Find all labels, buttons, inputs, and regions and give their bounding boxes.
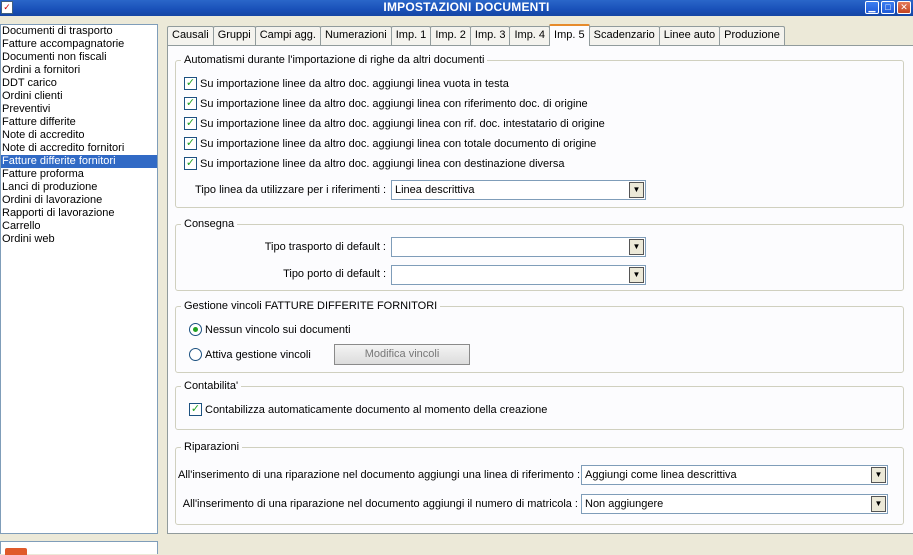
- contabilita-legend: Contabilita': [184, 380, 239, 392]
- radio-attiva-vincoli[interactable]: Attiva gestione vincoli: [189, 348, 311, 361]
- checkbox-linea-vuota[interactable]: ✓: [184, 77, 197, 90]
- document-type-item[interactable]: Ordini web: [1, 233, 157, 246]
- document-type-items: Documenti di trasporto Fatture accompagna…: [1, 25, 157, 246]
- minimize-button[interactable]: ▁: [865, 1, 879, 14]
- matricola-value: Non aggiungere: [585, 498, 664, 510]
- chevron-down-icon[interactable]: ▼: [871, 496, 886, 512]
- tab-strip: Causali Gruppi Campi agg. Numerazioni Imp. 1…: [167, 24, 785, 46]
- modifica-vincoli-button[interactable]: Modifica vincoli: [334, 344, 470, 365]
- matricola-label: All'inserimento di una riparazione nel d…: [182, 498, 578, 510]
- riparazioni-legend: Riparazioni: [184, 441, 240, 453]
- tab-campi-agg[interactable]: Campi agg.: [254, 26, 321, 45]
- checkbox-totale-documento[interactable]: ✓: [184, 137, 197, 150]
- document-type-item[interactable]: Fatture differite: [1, 116, 157, 129]
- tipo-linea-label: Tipo linea da utilizzare per i riferimen…: [195, 184, 386, 196]
- document-type-item[interactable]: Preventivi: [1, 103, 157, 116]
- tab-page-imp5: Automatismi durante l'importazione di ri…: [167, 45, 913, 534]
- tab-linee-auto[interactable]: Linee auto: [658, 26, 721, 45]
- label-contabilizza: Contabilizza automaticamente documento a…: [205, 403, 548, 416]
- radio-nessun-vincolo-circle[interactable]: [189, 323, 202, 336]
- label-totale-documento: Su importazione linee da altro doc. aggi…: [200, 137, 597, 150]
- trasporto-select[interactable]: ▼: [391, 237, 646, 257]
- radio-attiva-vincoli-circle[interactable]: [189, 348, 202, 361]
- tab-imp-2[interactable]: Imp. 2: [430, 26, 471, 45]
- chevron-down-icon[interactable]: ▼: [871, 467, 886, 483]
- label-rif-intestatario: Su importazione linee da altro doc. aggi…: [200, 117, 605, 130]
- check-linea-vuota[interactable]: ✓ Su importazione linee da altro doc. ag…: [184, 77, 509, 90]
- radio-selected-dot: [193, 327, 198, 332]
- window-title: IMPOSTAZIONI DOCUMENTI: [383, 0, 550, 14]
- document-type-item[interactable]: Fatture accompagnatorie: [1, 38, 157, 51]
- check-destinazione-diversa[interactable]: ✓ Su importazione linee da altro doc. ag…: [184, 157, 564, 170]
- close-button[interactable]: ✕: [897, 1, 911, 14]
- tab-causali[interactable]: Causali: [167, 26, 214, 45]
- label-linea-vuota: Su importazione linee da altro doc. aggi…: [200, 77, 509, 90]
- tab-scadenzario[interactable]: Scadenzario: [588, 26, 660, 45]
- matricola-select[interactable]: Non aggiungere ▼: [581, 494, 888, 514]
- tipo-linea-value: Linea descrittiva: [395, 184, 475, 196]
- check-contabilizza[interactable]: ✓ Contabilizza automaticamente documento…: [189, 403, 547, 416]
- label-nessun-vincolo: Nessun vincolo sui documenti: [205, 323, 351, 336]
- window-controls: ▁ □ ✕: [865, 1, 911, 14]
- tab-numerazioni[interactable]: Numerazioni: [319, 26, 392, 45]
- document-type-item[interactable]: Lanci di produzione: [1, 181, 157, 194]
- consegna-legend: Consegna: [184, 218, 235, 230]
- checkbox-rif-intestatario[interactable]: ✓: [184, 117, 197, 130]
- document-type-item[interactable]: Carrello: [1, 220, 157, 233]
- porto-select[interactable]: ▼: [391, 265, 646, 285]
- document-type-item[interactable]: Ordini a fornitori: [1, 64, 157, 77]
- document-type-item[interactable]: Fatture differite fornitori: [1, 155, 157, 168]
- maximize-button[interactable]: □: [881, 1, 895, 14]
- document-type-item[interactable]: Ordini clienti: [1, 90, 157, 103]
- checkbox-contabilizza[interactable]: ✓: [189, 403, 202, 416]
- check-totale-documento[interactable]: ✓ Su importazione linee da altro doc. ag…: [184, 137, 596, 150]
- tipo-linea-select[interactable]: Linea descrittiva ▼: [391, 180, 646, 200]
- tab-imp-5[interactable]: Imp. 5: [549, 24, 590, 46]
- label-destinazione-diversa: Su importazione linee da altro doc. aggi…: [200, 157, 565, 170]
- label-riferimento-doc: Su importazione linee da altro doc. aggi…: [200, 97, 588, 110]
- document-type-item[interactable]: Fatture proforma: [1, 168, 157, 181]
- chevron-down-icon[interactable]: ▼: [629, 267, 644, 283]
- vincoli-legend: Gestione vincoli FATTURE DIFFERITE FORNI…: [184, 300, 438, 312]
- bottom-panel: [0, 541, 158, 555]
- tab-imp-4[interactable]: Imp. 4: [509, 26, 551, 45]
- tab-gruppi[interactable]: Gruppi: [212, 26, 256, 45]
- porto-label: Tipo porto di default :: [283, 268, 386, 280]
- document-type-item[interactable]: Note di accredito fornitori: [1, 142, 157, 155]
- checkbox-destinazione-diversa[interactable]: ✓: [184, 157, 197, 170]
- check-riferimento-doc[interactable]: ✓ Su importazione linee da altro doc. ag…: [184, 97, 588, 110]
- radio-nessun-vincolo[interactable]: Nessun vincolo sui documenti: [189, 323, 351, 336]
- automatismi-legend: Automatismi durante l'importazione di ri…: [184, 54, 485, 66]
- tab-produzione[interactable]: Produzione: [719, 26, 785, 45]
- chevron-down-icon[interactable]: ▼: [629, 239, 644, 255]
- linea-rif-select[interactable]: Aggiungi come linea descrittiva ▼: [581, 465, 888, 485]
- app-icon: ✓: [1, 1, 13, 14]
- document-type-item[interactable]: DDT carico: [1, 77, 157, 90]
- document-type-item[interactable]: Documenti di trasporto: [1, 25, 157, 38]
- label-attiva-vincoli: Attiva gestione vincoli: [205, 348, 311, 361]
- document-type-item[interactable]: Documenti non fiscali: [1, 51, 157, 64]
- tab-imp-1[interactable]: Imp. 1: [390, 26, 432, 45]
- vincoli-group: Gestione vincoli FATTURE DIFFERITE FORNI…: [175, 300, 904, 373]
- linea-rif-label: All'inserimento di una riparazione nel d…: [178, 469, 581, 481]
- chevron-down-icon[interactable]: ▼: [629, 182, 644, 198]
- document-type-item[interactable]: Ordini di lavorazione: [1, 194, 157, 207]
- title-bar: ✓ IMPOSTAZIONI DOCUMENTI ▁ □ ✕: [0, 0, 913, 16]
- document-type-item[interactable]: Note di accredito: [1, 129, 157, 142]
- tab-imp-3[interactable]: Imp. 3: [469, 26, 511, 45]
- document-type-list[interactable]: Documenti di trasporto Fatture accompagna…: [0, 24, 158, 534]
- trasporto-label: Tipo trasporto di default :: [264, 241, 386, 253]
- linea-rif-value: Aggiungi come linea descrittiva: [585, 469, 737, 481]
- document-type-item[interactable]: Rapporti di lavorazione: [1, 207, 157, 220]
- check-rif-intestatario[interactable]: ✓ Su importazione linee da altro doc. ag…: [184, 117, 605, 130]
- checkbox-riferimento-doc[interactable]: ✓: [184, 97, 197, 110]
